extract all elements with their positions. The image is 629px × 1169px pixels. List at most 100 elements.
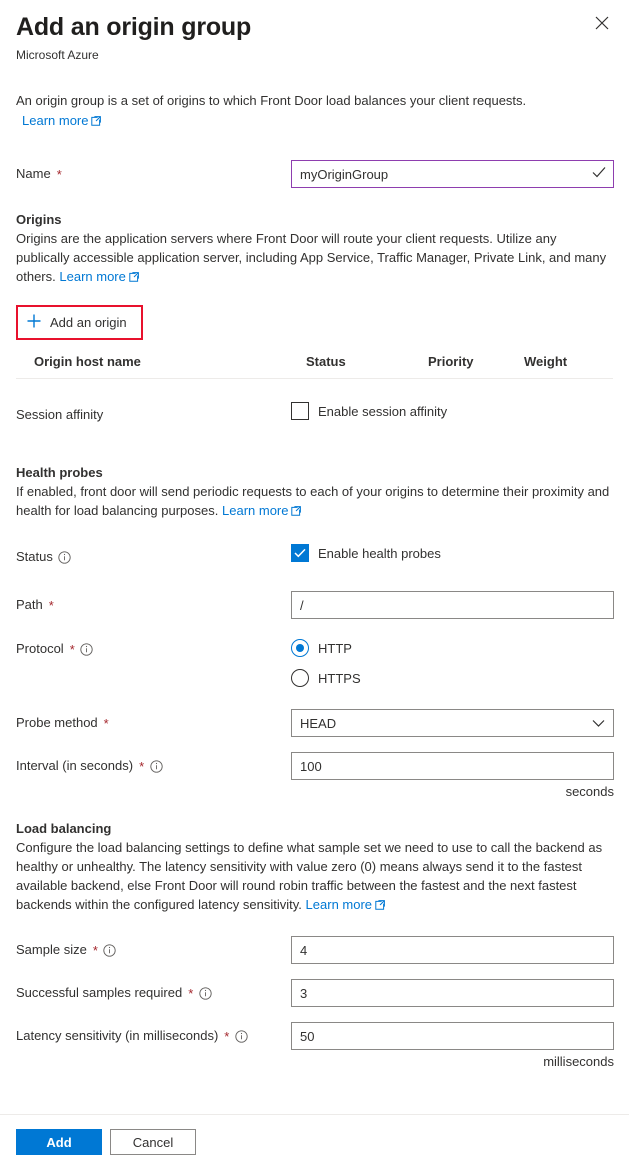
protocol-row: Protocol * HTTP HTTPS [16, 635, 613, 691]
successful-samples-label: Successful samples required [16, 985, 183, 1000]
interval-label-group: Interval (in seconds) * [16, 752, 291, 780]
sample-size-row: Sample size * [16, 936, 614, 964]
origins-learn-more-link[interactable]: Learn more [59, 268, 139, 287]
name-label: Name [16, 166, 51, 181]
name-input[interactable] [291, 160, 614, 188]
name-field-container [291, 160, 614, 188]
path-required-asterisk: * [48, 597, 54, 613]
page-title: Add an origin group [16, 13, 252, 41]
interval-required-asterisk: * [139, 758, 145, 774]
column-header-priority: Priority [428, 354, 474, 369]
close-icon[interactable] [587, 8, 617, 38]
sample-size-input[interactable] [291, 936, 614, 964]
probe-method-select-wrap [291, 709, 614, 737]
intro-learn-more-link[interactable]: Learn more [22, 111, 102, 131]
interval-input[interactable] [291, 752, 614, 780]
info-icon[interactable] [103, 943, 117, 957]
name-required-asterisk: * [56, 166, 62, 182]
name-label-group: Name * [16, 160, 291, 188]
latency-sensitivity-required-asterisk: * [224, 1028, 230, 1044]
sample-size-input-wrap [291, 936, 614, 964]
enable-health-probes-label: Enable health probes [318, 545, 441, 561]
external-link-icon [291, 502, 302, 521]
session-affinity-field: Enable session affinity [291, 401, 613, 421]
load-balancing-heading: Load balancing [16, 821, 112, 836]
radio-unselected [291, 669, 309, 687]
name-row: Name * [16, 160, 614, 188]
info-icon[interactable] [80, 642, 94, 656]
path-input-wrap [291, 591, 614, 619]
status-label-group: Status [16, 543, 291, 571]
add-an-origin-button[interactable]: Add an origin [22, 311, 131, 334]
path-label-group: Path * [16, 591, 291, 619]
load-balancing-learn-more-link[interactable]: Learn more [306, 897, 385, 912]
health-probes-description: If enabled, front door will send periodi… [16, 484, 610, 518]
latency-sensitivity-suffix: milliseconds [543, 1054, 614, 1069]
successful-samples-input-wrap [291, 979, 614, 1007]
interval-field: seconds [291, 752, 614, 799]
probe-method-row: Probe method * [16, 709, 614, 737]
interval-row: Interval (in seconds) * seconds [16, 752, 614, 799]
column-header-origin-host-name: Origin host name [34, 354, 141, 369]
info-icon[interactable] [198, 986, 212, 1000]
enable-session-affinity-checkbox[interactable]: Enable session affinity [291, 401, 613, 421]
status-field: Enable health probes [291, 543, 613, 563]
health-probes-learn-more-link[interactable]: Learn more [222, 502, 302, 521]
load-balancing-description-block: Configure the load balancing settings to… [16, 838, 613, 915]
probe-method-label: Probe method [16, 715, 98, 730]
origins-table-header-row: Origin host name Status Priority Weight [16, 354, 613, 379]
latency-sensitivity-input[interactable] [291, 1022, 614, 1050]
intro-sentence: An origin group is a set of origins to w… [16, 93, 527, 108]
add-origin-highlight: Add an origin [16, 305, 143, 340]
protocol-field: HTTP HTTPS [291, 635, 613, 691]
origins-table: Origin host name Status Priority Weight [16, 354, 613, 379]
intro-learn-more-label: Learn more [22, 113, 89, 128]
plus-icon [26, 313, 42, 332]
latency-sensitivity-label-group: Latency sensitivity (in milliseconds) * [16, 1022, 291, 1050]
intro-text: An origin group is a set of origins to w… [16, 91, 606, 131]
origins-description-block: Origins are the application servers wher… [16, 229, 613, 287]
latency-sensitivity-row: Latency sensitivity (in milliseconds) * m… [16, 1022, 614, 1069]
radio-selected [291, 639, 309, 657]
external-link-icon [375, 896, 385, 915]
column-header-status: Status [306, 354, 346, 369]
interval-suffix: seconds [565, 784, 614, 799]
info-icon[interactable] [149, 759, 163, 773]
path-label: Path [16, 597, 43, 612]
probe-method-select[interactable] [291, 709, 614, 737]
add-an-origin-label: Add an origin [50, 315, 127, 330]
external-link-icon [91, 112, 102, 131]
status-label: Status [16, 549, 53, 564]
cancel-button[interactable]: Cancel [110, 1129, 196, 1155]
protocol-radio-http[interactable]: HTTP [291, 635, 613, 661]
name-input-wrap [291, 160, 614, 188]
info-icon[interactable] [58, 550, 72, 564]
latency-sensitivity-field: milliseconds [291, 1022, 614, 1069]
checkbox-box-unchecked [291, 402, 309, 420]
probe-method-required-asterisk: * [103, 715, 109, 731]
sample-size-field [291, 936, 614, 964]
successful-samples-field [291, 979, 614, 1007]
enable-health-probes-checkbox[interactable]: Enable health probes [291, 543, 613, 563]
origins-heading: Origins [16, 212, 62, 227]
add-button[interactable]: Add [16, 1129, 102, 1155]
dialog-header: Add an origin group Microsoft Azure [0, 0, 629, 63]
sample-size-label: Sample size [16, 942, 87, 957]
health-probes-description-block: If enabled, front door will send periodi… [16, 482, 613, 521]
successful-samples-input[interactable] [291, 979, 614, 1007]
dialog-body: An origin group is a set of origins to w… [0, 91, 629, 1069]
sample-size-label-group: Sample size * [16, 936, 291, 964]
protocol-radio-https[interactable]: HTTPS [291, 665, 613, 691]
probe-method-field [291, 709, 614, 737]
health-probes-learn-more-label: Learn more [222, 503, 289, 518]
successful-samples-required-asterisk: * [188, 985, 194, 1001]
probe-method-label-group: Probe method * [16, 709, 291, 737]
protocol-label-group: Protocol * [16, 635, 291, 663]
path-input[interactable] [291, 591, 614, 619]
path-row: Path * [16, 591, 614, 619]
latency-sensitivity-label: Latency sensitivity (in milliseconds) [16, 1028, 219, 1043]
info-icon[interactable] [234, 1029, 248, 1043]
successful-samples-row: Successful samples required * [16, 979, 614, 1007]
external-link-icon [129, 268, 139, 287]
column-header-weight: Weight [524, 354, 568, 369]
